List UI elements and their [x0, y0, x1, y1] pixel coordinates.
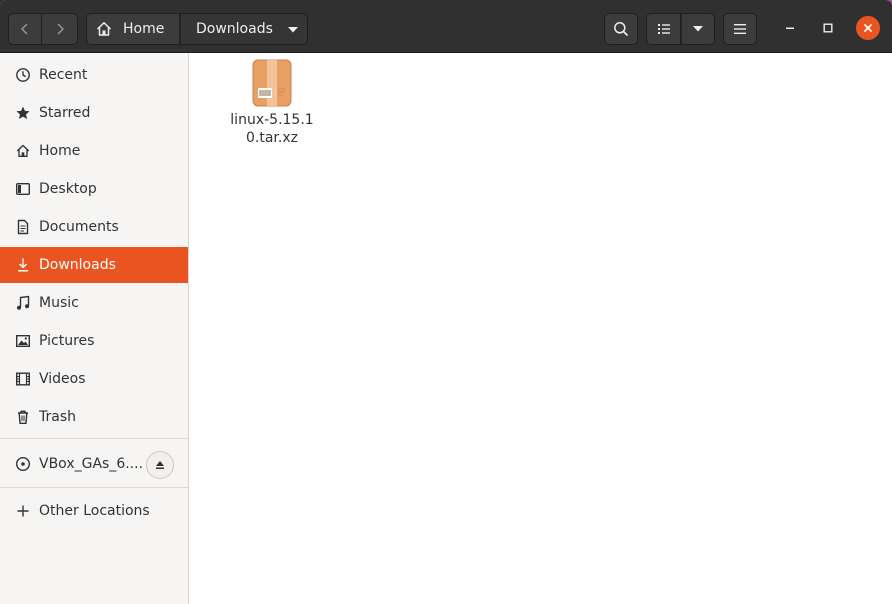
- sidebar-separator: [0, 487, 188, 488]
- sidebar-item-label: Pictures: [39, 333, 95, 349]
- sidebar-item-label: Downloads: [39, 257, 116, 273]
- sidebar-item-label: Music: [39, 295, 79, 311]
- hamburger-menu-icon: [734, 24, 746, 34]
- close-icon: [863, 23, 873, 33]
- disc-icon: [14, 455, 32, 473]
- sidebar-item-pictures[interactable]: Pictures: [0, 323, 188, 359]
- minimize-button[interactable]: [778, 16, 802, 40]
- sidebar-item-downloads[interactable]: Downloads: [0, 247, 188, 283]
- sidebar-item-label: Trash: [39, 409, 76, 425]
- sidebar-item-starred[interactable]: Starred: [0, 95, 188, 131]
- file-name: linux-5.15.10.tar.xz: [230, 112, 314, 146]
- trash-icon: [14, 408, 32, 426]
- sidebar-item-desktop[interactable]: Desktop: [0, 171, 188, 207]
- eject-icon: [156, 461, 164, 469]
- list-view-icon: [657, 24, 670, 34]
- archive-icon: [252, 59, 292, 107]
- forward-button[interactable]: [42, 13, 78, 45]
- desktop-icon: [14, 180, 32, 198]
- close-button[interactable]: [856, 16, 880, 40]
- header-bar: Home Downloads: [0, 0, 892, 53]
- sidebar-item-label: Desktop: [39, 181, 97, 197]
- chevron-right-icon: [57, 23, 64, 35]
- chevron-left-icon: [21, 23, 28, 35]
- download-icon: [14, 256, 32, 274]
- sidebar-item-other-locations[interactable]: Other Locations: [0, 493, 188, 529]
- clock-icon: [14, 66, 32, 84]
- home-icon: [96, 22, 112, 36]
- sidebar-item-videos[interactable]: Videos: [0, 361, 188, 397]
- view-options-button[interactable]: [681, 13, 715, 45]
- sidebar-item-trash[interactable]: Trash: [0, 399, 188, 435]
- eject-button[interactable]: [146, 451, 174, 479]
- back-button[interactable]: [8, 13, 42, 45]
- sidebar: Recent Starred Home Desktop Documents Do…: [0, 53, 189, 604]
- breadcrumb-home[interactable]: Home: [86, 13, 180, 45]
- sidebar-item-home[interactable]: Home: [0, 133, 188, 169]
- sidebar-item-documents[interactable]: Documents: [0, 209, 188, 245]
- home-icon: [14, 142, 32, 160]
- file-view: linux-5.15.10.tar.xz: [190, 53, 892, 604]
- sidebar-item-recent[interactable]: Recent: [0, 57, 188, 93]
- search-button[interactable]: [604, 13, 638, 45]
- maximize-button[interactable]: [816, 16, 840, 40]
- breadcrumb-downloads-label: Downloads: [196, 21, 273, 37]
- breadcrumb-home-label: Home: [123, 21, 165, 37]
- minimize-icon: [786, 27, 794, 29]
- sidebar-item-label: VBox_GAs_6....: [39, 456, 144, 472]
- plus-icon: [14, 502, 32, 520]
- file-manager-window: Home Downloads Recent Starred Home Deskt…: [0, 0, 892, 604]
- picture-icon: [14, 332, 32, 350]
- sidebar-item-label: Home: [39, 143, 81, 159]
- maximize-icon: [823, 23, 833, 33]
- search-icon: [614, 22, 629, 37]
- main-menu-button[interactable]: [723, 13, 757, 45]
- breadcrumb-downloads[interactable]: Downloads: [180, 13, 308, 45]
- film-icon: [14, 370, 32, 388]
- sidebar-item-label: Other Locations: [39, 503, 150, 519]
- sidebar-separator: [0, 438, 188, 439]
- chevron-down-icon: [288, 27, 298, 33]
- sidebar-item-label: Starred: [39, 105, 91, 121]
- list-view-button[interactable]: [646, 13, 681, 45]
- file-item[interactable]: linux-5.15.10.tar.xz: [228, 59, 316, 147]
- sidebar-item-label: Recent: [39, 67, 88, 83]
- star-icon: [14, 104, 32, 122]
- chevron-down-icon: [693, 26, 703, 32]
- sidebar-item-music[interactable]: Music: [0, 285, 188, 321]
- document-icon: [14, 218, 32, 236]
- sidebar-item-label: Documents: [39, 219, 119, 235]
- sidebar-item-label: Videos: [39, 371, 86, 387]
- music-note-icon: [14, 294, 32, 312]
